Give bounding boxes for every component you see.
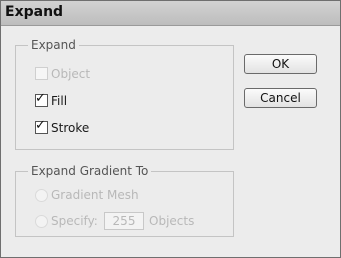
specify-label: Specify: xyxy=(51,214,98,228)
cancel-button[interactable]: Cancel xyxy=(244,88,317,108)
expand-dialog: Expand Expand Object ✓ Fill ✓ Stroke Exp… xyxy=(0,0,341,258)
expand-group: Expand Object ✓ Fill ✓ Stroke xyxy=(15,38,234,150)
stroke-label: Stroke xyxy=(51,121,90,135)
stroke-checkbox[interactable]: ✓ xyxy=(35,118,48,134)
expand-gradient-group: Expand Gradient To Gradient Mesh Specify… xyxy=(15,164,234,237)
specify-radio[interactable] xyxy=(35,215,48,228)
gradient-mesh-radio[interactable] xyxy=(35,189,48,202)
check-icon: ✓ xyxy=(35,91,46,106)
object-checkbox[interactable] xyxy=(35,67,48,80)
check-icon: ✓ xyxy=(35,118,46,133)
ok-button[interactable]: OK xyxy=(244,54,317,74)
objects-unit-label: Objects xyxy=(149,214,195,228)
expand-gradient-group-legend: Expand Gradient To xyxy=(28,164,152,179)
specify-objects-field[interactable]: 255 xyxy=(104,212,144,230)
dialog-title: Expand xyxy=(5,4,64,20)
object-label: Object xyxy=(51,67,91,81)
title-bar[interactable]: Expand xyxy=(1,1,340,26)
gradient-mesh-label: Gradient Mesh xyxy=(51,188,139,202)
expand-group-legend: Expand xyxy=(28,38,79,53)
fill-label: Fill xyxy=(51,94,68,108)
fill-checkbox[interactable]: ✓ xyxy=(35,91,48,107)
